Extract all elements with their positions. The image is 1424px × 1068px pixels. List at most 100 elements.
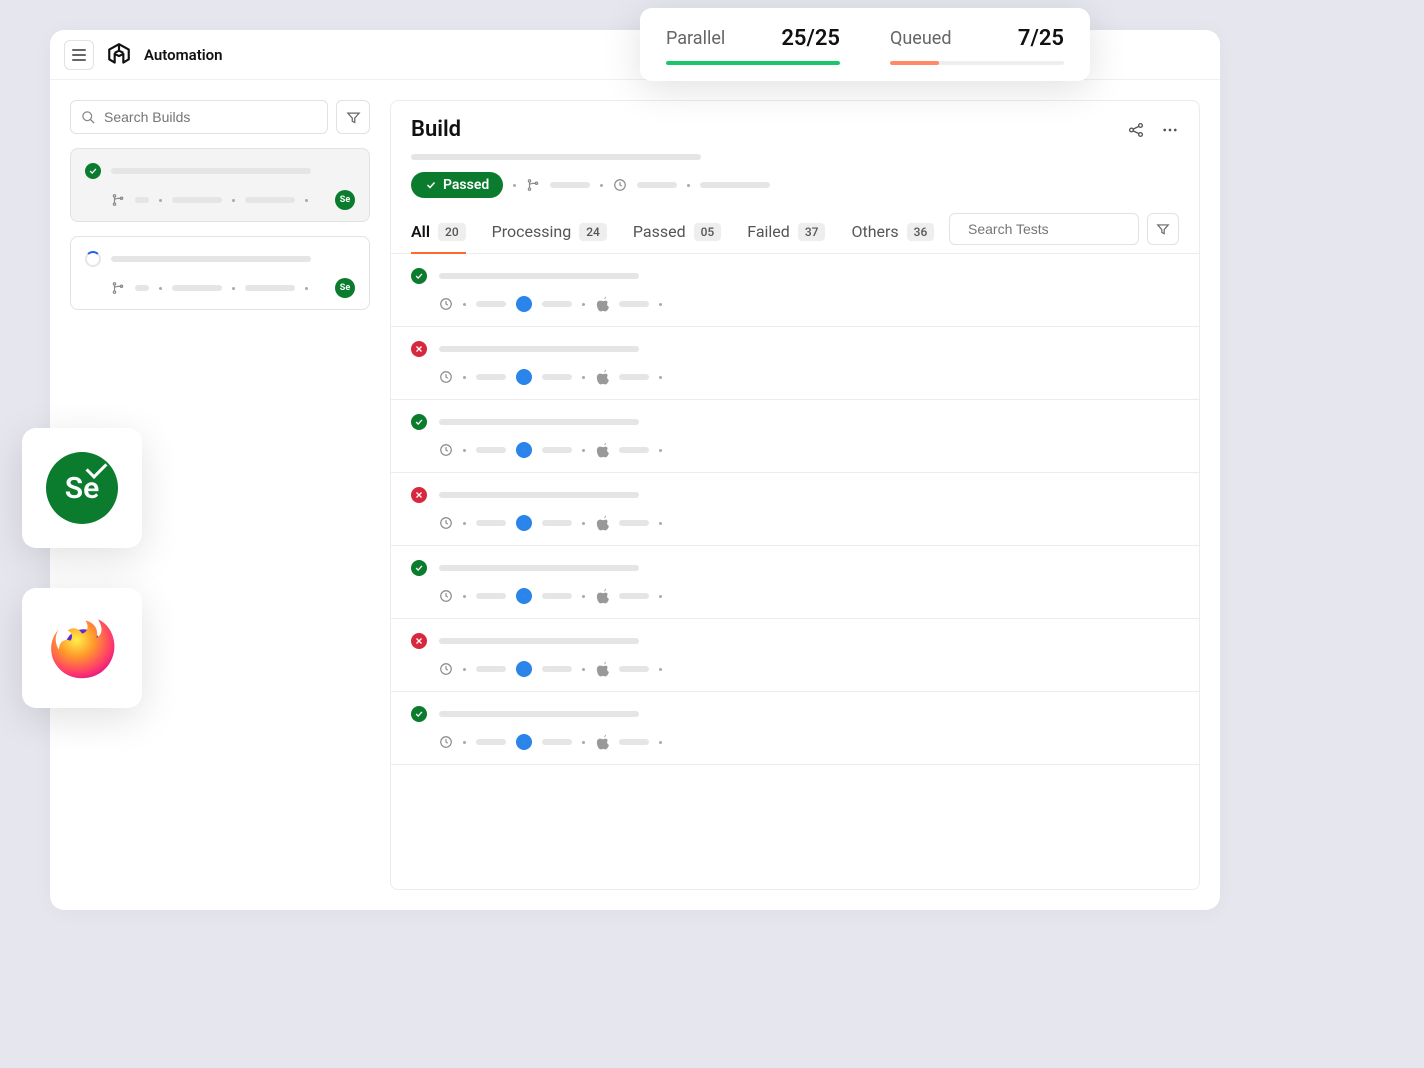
test-row[interactable]: [391, 254, 1199, 327]
app-title: Automation: [144, 46, 223, 64]
clock-icon: [439, 443, 453, 457]
build-card[interactable]: Se: [70, 148, 370, 222]
tab-count: 05: [694, 223, 722, 241]
builds-search-row: [70, 100, 370, 134]
test-name-placeholder: [439, 492, 639, 498]
check-icon: [85, 163, 101, 179]
clock-icon: [439, 516, 453, 530]
build-meta-row: Passed: [411, 172, 1179, 198]
test-row[interactable]: [391, 546, 1199, 619]
build-subtitle-placeholder: [411, 154, 701, 160]
more-icon[interactable]: [1161, 121, 1179, 139]
branch-icon: [111, 281, 125, 295]
build-status-pill: Passed: [411, 172, 503, 198]
tab-failed[interactable]: Failed37: [747, 212, 825, 253]
clock-icon: [439, 589, 453, 603]
clock-icon: [439, 297, 453, 311]
apple-icon: [595, 734, 609, 750]
build-header: Build Passed: [391, 101, 1199, 198]
menu-button[interactable]: [64, 40, 94, 70]
hamburger-icon: [72, 49, 86, 61]
build-card[interactable]: Se: [70, 236, 370, 310]
apple-icon: [595, 515, 609, 531]
tab-passed[interactable]: Passed 05: [633, 212, 721, 253]
test-row[interactable]: [391, 692, 1199, 765]
tab-all[interactable]: All 20: [411, 212, 466, 253]
content-area: Se Se: [50, 80, 1220, 910]
clock-icon: [439, 735, 453, 749]
test-row[interactable]: [391, 327, 1199, 400]
tab-processing[interactable]: Processing 24: [492, 212, 607, 253]
branch-icon: [111, 193, 125, 207]
tab-count: 24: [579, 223, 607, 241]
share-icon[interactable]: [1127, 121, 1145, 139]
tab-label: Failed: [747, 222, 790, 241]
test-name-placeholder: [439, 273, 639, 279]
tab-label: Others: [851, 222, 898, 241]
filter-icon: [1156, 222, 1170, 236]
tab-label: All: [411, 222, 430, 241]
check-icon: [411, 706, 427, 722]
search-builds-input[interactable]: [70, 100, 328, 134]
app-window: Automation: [50, 30, 1220, 910]
safari-icon: [516, 515, 532, 531]
safari-icon: [516, 734, 532, 750]
tab-label: Processing: [492, 222, 572, 241]
x-icon: [411, 487, 427, 503]
parallel-stat-value: 25/25: [781, 26, 840, 51]
tab-label: Passed: [633, 222, 686, 241]
test-name-placeholder: [439, 711, 639, 717]
build-name-placeholder: [111, 168, 311, 174]
apple-icon: [595, 588, 609, 604]
parallel-stat-label: Parallel: [666, 28, 725, 49]
clock-icon: [439, 662, 453, 676]
safari-icon: [516, 442, 532, 458]
apple-icon: [595, 296, 609, 312]
test-row[interactable]: [391, 619, 1199, 692]
apple-icon: [595, 442, 609, 458]
queue-stats-card: Parallel 25/25 Queued 7/25: [640, 8, 1090, 81]
check-icon: [411, 268, 427, 284]
spinner-icon: [85, 251, 101, 267]
test-row[interactable]: [391, 400, 1199, 473]
tab-count: 20: [438, 223, 466, 241]
apple-icon: [595, 661, 609, 677]
filter-tests-button[interactable]: [1147, 213, 1179, 245]
selenium-badge-icon: Se: [335, 190, 355, 210]
build-title: Build: [411, 117, 461, 142]
test-name-placeholder: [439, 565, 639, 571]
queued-stat: Queued 7/25: [890, 26, 1064, 65]
tabs-row: All 20 Processing 24 Passed 05 Failed37 Others3…: [391, 212, 1199, 254]
parallel-stat-bar: [666, 61, 840, 65]
check-icon: [425, 179, 437, 191]
safari-icon: [516, 661, 532, 677]
tab-others[interactable]: Others36: [851, 212, 934, 253]
build-name-placeholder: [111, 256, 311, 262]
branch-icon: [526, 178, 540, 192]
queued-stat-bar: [890, 61, 1064, 65]
safari-icon: [516, 296, 532, 312]
x-icon: [411, 341, 427, 357]
test-name-placeholder: [439, 346, 639, 352]
selenium-logo-icon: Se: [46, 452, 118, 524]
tabs: All 20 Processing 24 Passed 05 Failed37 Others3…: [411, 212, 934, 253]
search-builds-field[interactable]: [104, 109, 317, 125]
selenium-badge-icon: Se: [335, 278, 355, 298]
app-logo-icon: [106, 42, 132, 68]
search-tests-field[interactable]: [968, 221, 1149, 237]
safari-icon: [516, 588, 532, 604]
check-icon: [411, 560, 427, 576]
parallel-stat: Parallel 25/25: [666, 26, 840, 65]
search-icon: [81, 110, 96, 125]
apple-icon: [595, 369, 609, 385]
test-list: [391, 254, 1199, 889]
filter-builds-button[interactable]: [336, 100, 370, 134]
x-icon: [411, 633, 427, 649]
test-row[interactable]: [391, 473, 1199, 546]
search-tests-input[interactable]: [949, 213, 1139, 245]
filter-icon: [346, 110, 361, 125]
queued-stat-value: 7/25: [1018, 26, 1064, 51]
firefox-logo-icon: [46, 612, 118, 684]
check-icon: [411, 414, 427, 430]
test-name-placeholder: [439, 638, 639, 644]
